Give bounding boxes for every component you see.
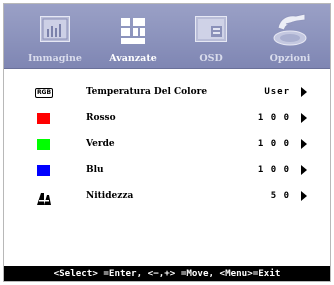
- menu-item-sharpness[interactable]: Nitidezza 5 0: [4, 188, 330, 206]
- menu-item-value: 1 0 0: [257, 165, 290, 175]
- menu-item-red[interactable]: Rosso 1 0 0: [4, 110, 330, 128]
- menu-item-label: Nitidezza: [86, 191, 134, 201]
- chevron-right-icon[interactable]: [301, 191, 307, 201]
- tab-avanzate[interactable]: Avanzate: [94, 4, 172, 69]
- menu-item-value: User: [264, 87, 290, 97]
- rgb-icon: RGB: [35, 88, 53, 99]
- menu-item-value: 5 0: [270, 191, 290, 201]
- tab-osd[interactable]: OSD: [172, 4, 250, 69]
- tab-opzioni[interactable]: Opzioni: [251, 4, 329, 69]
- tab-bar: Immagine Avanzate OSD Opzioni: [4, 4, 330, 69]
- tab-immagine[interactable]: Immagine: [16, 4, 94, 69]
- chevron-right-icon[interactable]: [301, 113, 307, 123]
- chevron-right-icon[interactable]: [301, 165, 307, 175]
- tab-label: Opzioni: [269, 53, 311, 64]
- menu-item-blue[interactable]: Blu 1 0 0: [4, 162, 330, 180]
- chevron-right-icon[interactable]: [301, 87, 307, 97]
- menu-item-label: Blu: [86, 165, 104, 175]
- red-square-icon: [37, 113, 50, 124]
- menu-item-label: Rosso: [86, 113, 116, 123]
- picture-icon: [40, 16, 70, 46]
- options-hand-icon: [272, 12, 308, 50]
- blue-square-icon: [37, 165, 50, 176]
- advanced-grid-icon: [118, 16, 148, 50]
- menu-item-value: 1 0 0: [257, 139, 290, 149]
- menu-item-value: 1 0 0: [257, 113, 290, 123]
- menu-item-green[interactable]: Verde 1 0 0: [4, 136, 330, 154]
- menu-item-color-temperature[interactable]: RGB Temperatura Del Colore User: [4, 84, 330, 102]
- sharpness-icon: [37, 190, 51, 205]
- tab-label: Avanzate: [109, 53, 157, 64]
- rgb-icon-text: RGB: [35, 88, 53, 98]
- tab-label: Immagine: [28, 53, 82, 64]
- green-square-icon: [37, 139, 50, 150]
- menu-item-label: Temperatura Del Colore: [86, 87, 208, 97]
- tab-label: OSD: [199, 53, 223, 64]
- help-footer: <Select> =Enter, <−,+> =Move, <Menu>=Exi…: [4, 266, 330, 281]
- menu-item-label: Verde: [86, 139, 115, 149]
- osd-menu: Immagine Avanzate OSD Opzioni RGB Temper…: [3, 3, 331, 282]
- osd-window-icon: [195, 16, 227, 46]
- chevron-right-icon[interactable]: [301, 139, 307, 149]
